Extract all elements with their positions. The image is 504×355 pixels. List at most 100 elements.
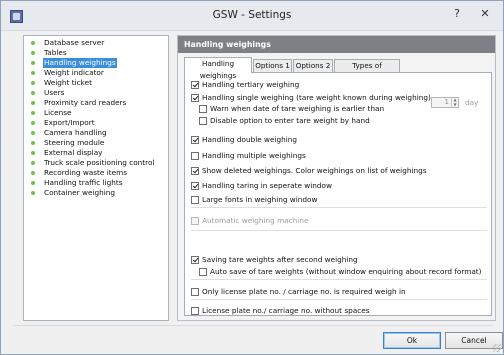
spinner-arrows-icon[interactable]: ▲ ▼ <box>451 97 458 107</box>
bullet-icon <box>31 71 35 75</box>
tree-item-label: Proximity card readers <box>44 98 127 107</box>
footer-divider <box>13 325 493 326</box>
resize-grip-icon[interactable] <box>493 344 501 352</box>
checkbox-warn-tare-date[interactable]: Warn when date of tare weighing is earli… <box>199 103 384 114</box>
checkbox-box[interactable] <box>191 166 199 175</box>
tree-item-weight-ticket[interactable]: Weight ticket <box>26 78 93 88</box>
bullet-icon <box>31 151 35 155</box>
panel-header: Handling weighings <box>178 36 495 53</box>
checkbox-box[interactable] <box>191 287 199 296</box>
tree-item-label: Handling weighings <box>43 58 117 68</box>
option-label: Only license plate no. / carriage no. is… <box>202 287 406 296</box>
window-title: GSW - Settings <box>212 9 292 21</box>
tree-item-label: Steering module <box>44 138 105 147</box>
option-label: License plate no./ carriage no. without … <box>202 306 370 315</box>
checkbox-double-weighing[interactable]: Handling double weighing <box>191 134 297 145</box>
tree-item-label: Recording waste items <box>44 168 128 177</box>
option-label: Automatic weighing machine <box>202 216 309 225</box>
tab-options-2[interactable]: Options 2 <box>293 59 333 72</box>
checkbox-box[interactable] <box>191 306 199 315</box>
option-label: Handling taring in seperate window <box>202 181 332 190</box>
ok-button[interactable]: Ok <box>383 332 441 349</box>
tree-item-license[interactable]: License <box>26 108 73 118</box>
tree-item-users[interactable]: Users <box>26 88 65 98</box>
bullet-icon <box>31 161 35 165</box>
tree-item-label: External display <box>44 148 103 157</box>
tab-options-1[interactable]: Options 1 <box>253 59 292 72</box>
checkbox-box[interactable] <box>199 104 207 113</box>
tree-item-database-server[interactable]: Database server <box>26 38 105 48</box>
settings-tree: Database server Tables Handling weighing… <box>23 35 169 321</box>
tree-item-export-import[interactable]: Export/Import <box>26 118 96 128</box>
tab-types-of-weighing[interactable]: Types of weighing <box>334 59 400 82</box>
tree-item-label: Database server <box>44 38 105 47</box>
help-button[interactable]: ? <box>444 4 470 24</box>
bullet-icon <box>31 171 35 175</box>
tree-item-steering-module[interactable]: Steering module <box>26 138 105 148</box>
bullet-icon <box>31 81 35 85</box>
tree-item-label: Weight indicator <box>44 68 104 77</box>
checkbox-box[interactable] <box>191 195 199 204</box>
bullet-icon <box>31 121 35 125</box>
checkbox-box[interactable] <box>199 267 207 276</box>
tree-item-label: Camera handling <box>44 128 107 137</box>
tree-item-weight-indicator[interactable]: Weight indicator <box>26 68 105 78</box>
checkbox-taring-window[interactable]: Handling taring in seperate window <box>191 180 332 191</box>
bullet-icon <box>31 181 35 185</box>
checkbox-box[interactable] <box>191 255 199 264</box>
checkbox-box[interactable] <box>191 135 199 144</box>
tree-item-truck-scale-positioning[interactable]: Truck scale positioning control <box>26 158 156 168</box>
checkbox-automatic-machine[interactable]: Automatic weighing machine <box>191 215 308 226</box>
checkbox-single-weighing[interactable]: Handling single weighing (tare weight kn… <box>191 92 431 103</box>
days-spinner[interactable]: 1 ▲ ▼ <box>431 97 459 108</box>
tree-item-container-weighing[interactable]: Container weighing <box>26 188 116 198</box>
bullet-icon <box>31 111 35 115</box>
checkbox-box[interactable] <box>191 181 199 190</box>
checkbox-box[interactable] <box>191 80 199 89</box>
checkbox-multiple-weighings[interactable]: Handling multiple weighings <box>191 150 306 161</box>
tree-item-traffic-lights[interactable]: Handling traffic lights <box>26 178 124 188</box>
bullet-icon <box>31 131 35 135</box>
option-label: Warn when date of tare weighing is earli… <box>210 104 385 113</box>
title-bar: GSW - Settings ? ✕ <box>1 1 503 31</box>
tree-item-handling-weighings[interactable]: Handling weighings <box>26 58 117 68</box>
bullet-icon <box>31 101 35 105</box>
checkbox-box[interactable] <box>191 151 199 160</box>
bullet-icon <box>31 141 35 145</box>
option-label: Large fonts in weighing window <box>202 195 318 204</box>
bullet-icon <box>31 61 35 65</box>
checkbox-plate-required[interactable]: Only license plate no. / carriage no. is… <box>191 286 406 297</box>
days-value: 1 <box>444 98 449 106</box>
checkbox-box[interactable] <box>191 216 199 225</box>
divider <box>191 207 487 208</box>
divider <box>191 279 487 280</box>
tree-item-label: Handling traffic lights <box>44 178 123 187</box>
checkbox-large-fonts[interactable]: Large fonts in weighing window <box>191 194 318 205</box>
tab-handling-weighings[interactable]: Handling weighings <box>184 57 252 80</box>
bullet-icon <box>31 91 35 95</box>
settings-window: GSW - Settings ? ✕ Database server Table… <box>0 0 504 355</box>
tree-item-recording-waste-items[interactable]: Recording waste items <box>26 168 128 178</box>
checkbox-box[interactable] <box>191 93 199 102</box>
option-label: Auto save of tare weights (without windo… <box>210 267 482 276</box>
tree-item-label: Tables <box>44 48 67 57</box>
tab-content: Handling tertiary weighing Handling sing… <box>184 72 492 316</box>
close-button[interactable]: ✕ <box>471 4 499 24</box>
bullet-icon <box>31 41 35 45</box>
settings-panel: Handling weighings Handling weighings Op… <box>177 35 496 321</box>
tree-item-camera-handling[interactable]: Camera handling <box>26 128 108 138</box>
tree-item-external-display[interactable]: External display <box>26 148 104 158</box>
tree-item-label: Truck scale positioning control <box>44 158 155 167</box>
checkbox-auto-save-tare[interactable]: Auto save of tare weights (without windo… <box>199 266 482 277</box>
checkbox-saving-tare[interactable]: Saving tare weights after second weighin… <box>191 254 358 265</box>
tree-item-label: Weight ticket <box>44 78 92 87</box>
tree-item-tables[interactable]: Tables <box>26 48 68 58</box>
checkbox-show-deleted[interactable]: Show deleted weighings. Color weighings … <box>191 165 427 176</box>
checkbox-box[interactable] <box>199 116 207 125</box>
divider <box>191 230 487 231</box>
tree-item-proximity-card-readers[interactable]: Proximity card readers <box>26 98 127 108</box>
tree-item-label: Export/Import <box>44 118 95 127</box>
checkbox-disable-manual-tare[interactable]: Disable option to enter tare weight by h… <box>199 115 370 126</box>
tree-item-label: Users <box>44 88 65 97</box>
checkbox-plate-no-spaces[interactable]: License plate no./ carriage no. without … <box>191 305 370 316</box>
